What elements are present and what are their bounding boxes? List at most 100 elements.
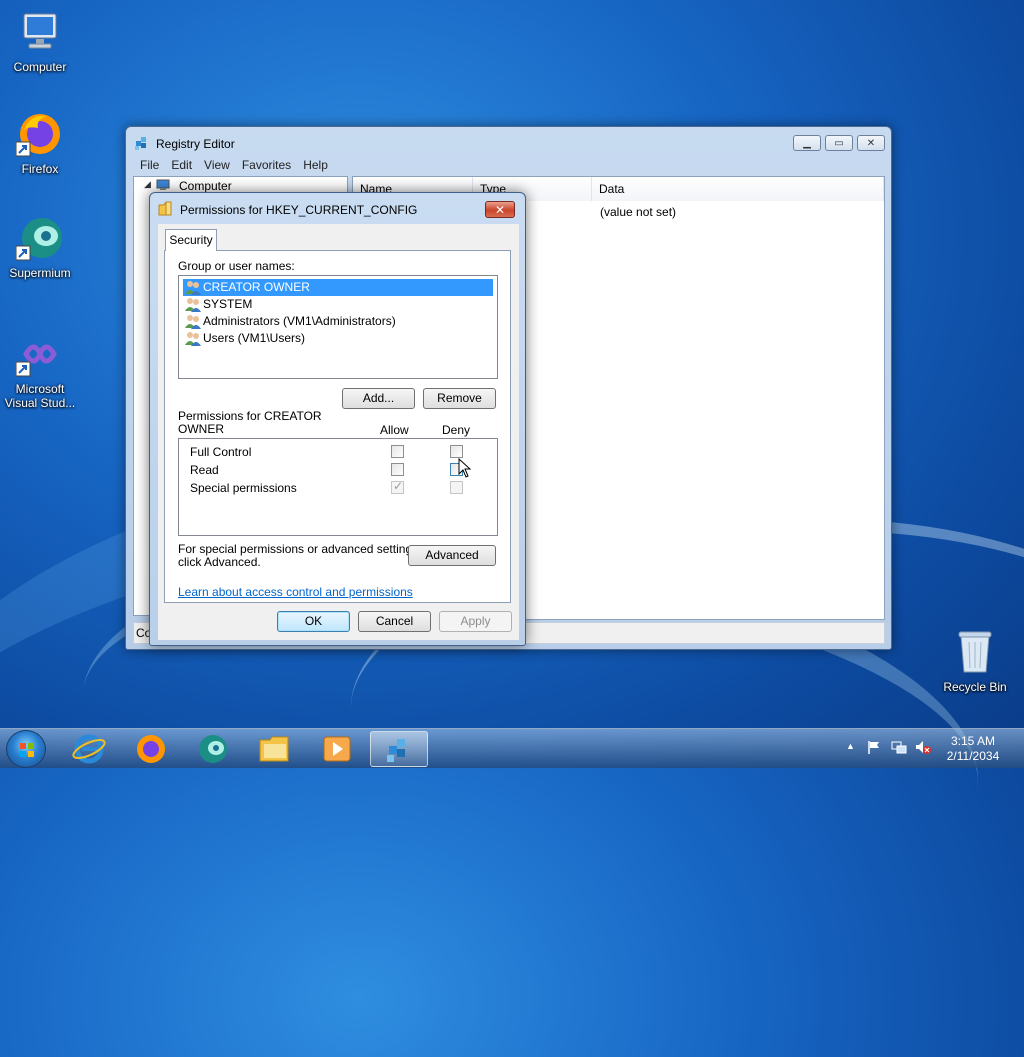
permissions-list: Full Control Read Special permissions ✓ <box>178 438 498 536</box>
taskbar: ▲ 3:15 AM 2/11/2034 <box>0 728 1024 768</box>
action-center-flag-icon[interactable] <box>866 739 882 755</box>
tree-item-computer[interactable]: Computer <box>179 179 232 193</box>
minimize-icon: ▁ <box>803 137 811 149</box>
user-name: SYSTEM <box>203 297 253 311</box>
full-control-allow-checkbox[interactable] <box>391 445 404 458</box>
desktop-icon-visual-studio[interactable]: Microsoft Visual Stud... <box>0 330 80 410</box>
allow-column-header: Allow <box>380 423 409 437</box>
user-item-system[interactable]: SYSTEM <box>183 296 252 313</box>
start-button[interactable] <box>6 730 46 768</box>
computer-icon <box>16 8 64 56</box>
show-hidden-icons-chevron-icon[interactable]: ▲ <box>846 741 855 751</box>
clock-time: 3:15 AM <box>950 734 996 748</box>
taskbar-media-player[interactable] <box>310 731 364 767</box>
desktop-icon-recycle-bin[interactable]: Recycle Bin <box>935 628 1015 694</box>
permission-name: Read <box>190 463 219 477</box>
user-name: Users (VM1\Users) <box>203 331 306 345</box>
desktop-icon-computer[interactable]: Computer <box>0 8 80 74</box>
learn-access-control-link[interactable]: Learn about access control and permissio… <box>178 585 413 599</box>
taskbar-supermium[interactable] <box>186 731 240 767</box>
mouse-cursor-icon <box>458 457 472 478</box>
remove-button[interactable]: Remove <box>423 388 496 409</box>
clock-date: 2/11/2034 <box>946 749 1000 763</box>
tab-security[interactable]: Security <box>165 229 217 251</box>
desktop-icon-supermium[interactable]: Supermium <box>0 214 80 280</box>
ok-button[interactable]: OK <box>277 611 350 632</box>
folder-icon <box>158 201 174 217</box>
close-button[interactable]: ✕ <box>857 135 885 151</box>
user-item-administrators[interactable]: Administrators (VM1\Administrators) <box>183 313 396 330</box>
menu-edit[interactable]: Edit <box>165 158 198 176</box>
add-button[interactable]: Add... <box>342 388 415 409</box>
menu-favorites[interactable]: Favorites <box>236 158 297 176</box>
supermium-icon <box>15 214 64 262</box>
read-allow-checkbox[interactable] <box>391 463 404 476</box>
registry-editor-icon <box>134 135 150 151</box>
advanced-button[interactable]: Advanced <box>408 545 496 566</box>
desktop-icon-label: Firefox <box>21 162 59 176</box>
registry-editor-icon <box>387 739 405 762</box>
permissions-for-label-line1: Permissions for CREATOR <box>178 409 322 423</box>
dialog-title: Permissions for HKEY_CURRENT_CONFIG <box>180 203 418 217</box>
menu-file[interactable]: File <box>134 158 165 176</box>
close-icon: ✕ <box>866 137 876 149</box>
user-list[interactable]: CREATOR OWNER SYSTEM Administrators (VM1… <box>178 275 498 379</box>
network-icon[interactable] <box>891 739 907 755</box>
desktop-icon-label: Supermium <box>9 266 71 280</box>
internet-explorer-icon <box>72 734 106 764</box>
volume-muted-icon[interactable] <box>915 739 931 755</box>
permissions-dialog[interactable]: Permissions for HKEY_CURRENT_CONFIG ✕ Se… <box>149 192 526 646</box>
taskbar-file-explorer[interactable] <box>248 731 302 767</box>
user-name: Administrators (VM1\Administrators) <box>203 314 396 328</box>
users-icon <box>185 280 201 295</box>
desktop-icon-firefox[interactable]: Firefox <box>0 110 80 176</box>
user-name: CREATOR OWNER <box>203 280 310 294</box>
menu-help[interactable]: Help <box>297 158 334 176</box>
minimize-button[interactable]: ▁ <box>793 135 821 151</box>
special-permissions-text: For special permissions or advanced sett… <box>178 543 421 569</box>
special-permissions-allow-checkbox: ✓ <box>391 479 404 494</box>
users-icon <box>185 331 201 346</box>
menu-view[interactable]: View <box>198 158 236 176</box>
apply-button[interactable]: Apply <box>439 611 512 632</box>
system-clock[interactable]: 3:15 AM 2/11/2034 <box>936 734 1010 764</box>
taskbar-internet-explorer[interactable] <box>62 731 116 767</box>
permissions-for-label-line2: OWNER <box>178 422 224 436</box>
taskbar-firefox[interactable] <box>124 731 178 767</box>
value-data-cell[interactable]: (value not set) <box>600 205 676 219</box>
full-control-deny-checkbox[interactable] <box>450 445 463 458</box>
visual-studio-icon <box>15 330 64 378</box>
security-tab-page: Group or user names: CREATOR OWNER SYSTE… <box>164 250 511 603</box>
users-icon <box>185 297 201 312</box>
close-icon: ✕ <box>494 202 506 217</box>
special-permissions-text-line2: click Advanced. <box>178 555 261 569</box>
firefox-icon <box>15 110 64 158</box>
dialog-close-button[interactable]: ✕ <box>485 201 515 218</box>
expand-arrow-icon[interactable]: ◢ <box>144 179 151 190</box>
dialog-body: Security Group or user names: CREATOR OW… <box>158 224 519 640</box>
special-permissions-text-line1: For special permissions or advanced sett… <box>178 542 422 556</box>
menu-bar: File Edit View Favorites Help <box>134 158 334 176</box>
cancel-button[interactable]: Cancel <box>358 611 431 632</box>
maximize-icon: ▭ <box>834 137 844 149</box>
computer-icon <box>156 179 170 191</box>
firefox-icon <box>137 735 165 763</box>
user-item-creator-owner[interactable]: CREATOR OWNER <box>183 279 493 296</box>
special-permissions-deny-checkbox <box>450 481 463 494</box>
taskbar-registry-editor[interactable] <box>370 731 428 767</box>
user-item-users[interactable]: Users (VM1\Users) <box>183 330 305 347</box>
permission-name: Special permissions <box>190 481 297 495</box>
folder-icon <box>259 736 289 762</box>
column-header-data[interactable]: Data <box>592 177 884 201</box>
users-icon <box>185 314 201 329</box>
desktop-icon-label: Computer <box>13 60 67 74</box>
recycle-bin-icon <box>955 628 995 676</box>
checkmark-icon: ✓ <box>393 479 404 493</box>
maximize-button[interactable]: ▭ <box>825 135 853 151</box>
windows-logo-icon <box>20 743 34 757</box>
permission-name: Full Control <box>190 445 252 459</box>
permissions-for-label: Permissions for CREATOR OWNER <box>178 410 322 436</box>
desktop-icon-label: Microsoft Visual Stud... <box>4 382 76 410</box>
supermium-icon <box>199 735 227 763</box>
desktop-icon-label: Recycle Bin <box>943 680 1007 694</box>
